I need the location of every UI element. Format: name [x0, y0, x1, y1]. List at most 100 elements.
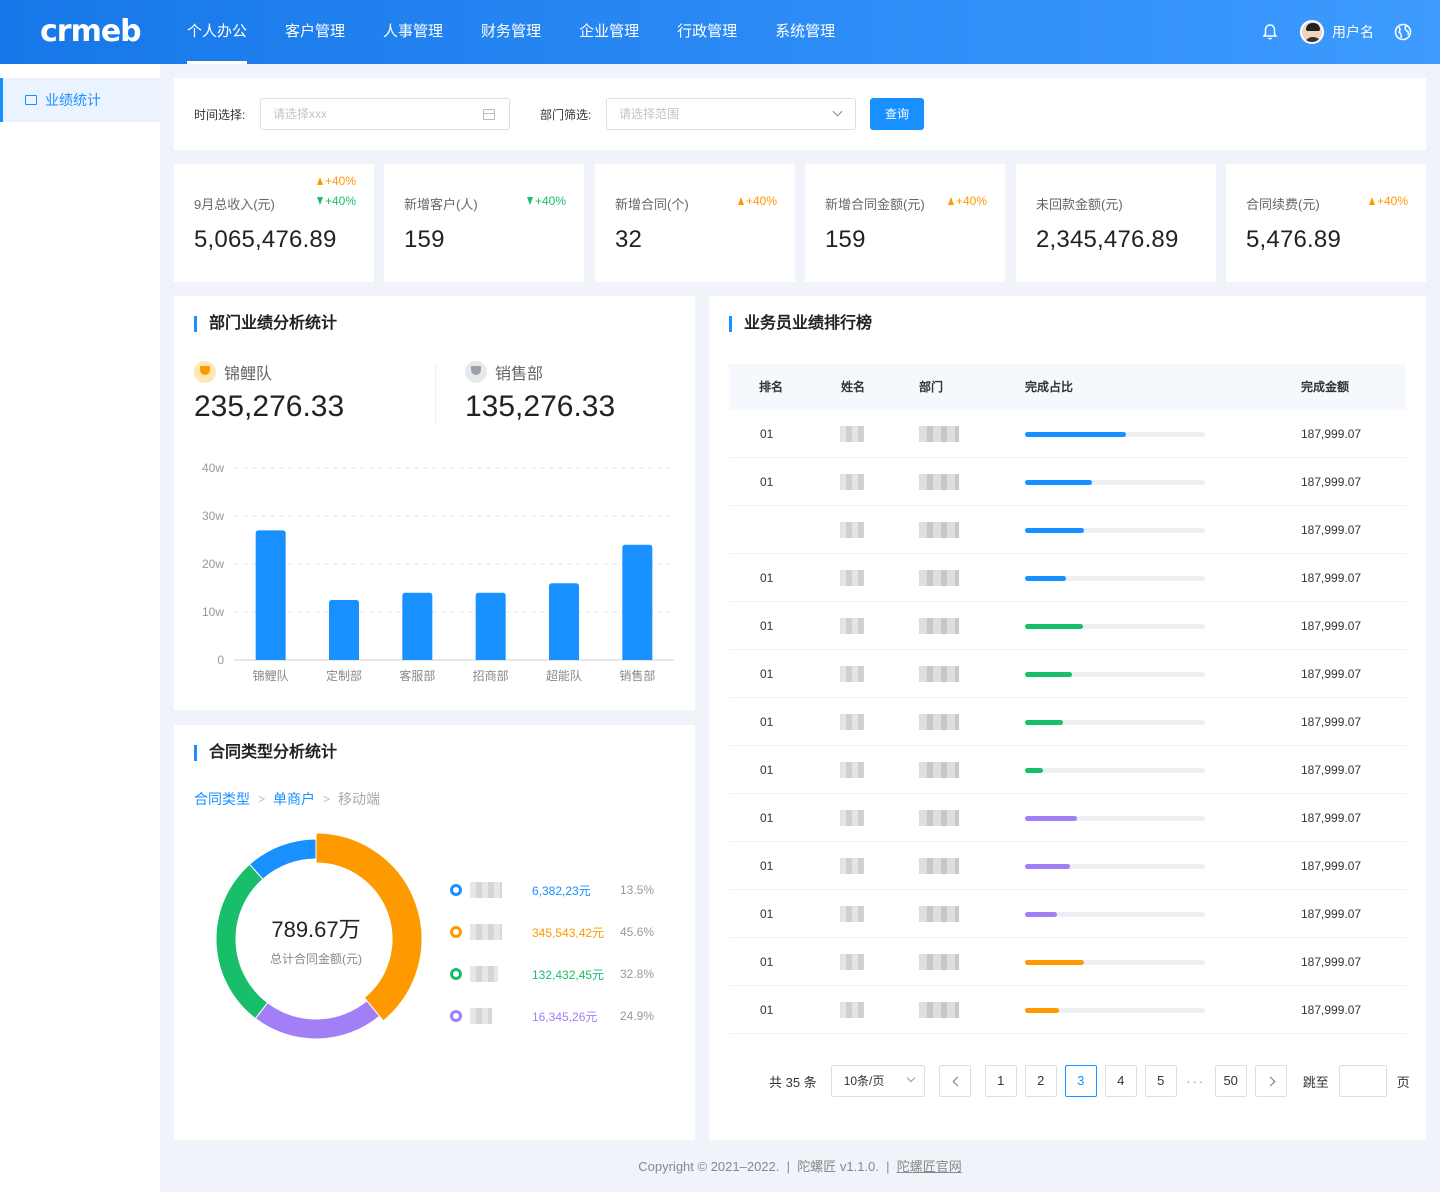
- bar-5[interactable]: [622, 544, 653, 660]
- logo[interactable]: crmeb: [40, 14, 142, 50]
- nav-item-customer[interactable]: 客户管理: [266, 0, 364, 64]
- pagination: 共 35 条 10条/页 12345 ··· 50 跳至 页: [769, 1065, 1410, 1097]
- nav-item-system[interactable]: 系统管理: [756, 0, 854, 64]
- jump-page-input[interactable]: [1338, 1065, 1387, 1097]
- nav-item-personal[interactable]: 个人办公: [168, 0, 266, 64]
- legend-item[interactable]: 345,543,42元 45.6%: [450, 911, 680, 953]
- silver-trophy-icon: [465, 361, 487, 383]
- gold-trophy-icon: [194, 361, 216, 383]
- progress-fill: [1025, 672, 1072, 677]
- table-row[interactable]: 01 187,999.07: [729, 698, 1406, 746]
- table-row[interactable]: 01 187,999.07: [729, 986, 1406, 1034]
- blurred-name: [840, 618, 864, 634]
- blurred-name: [840, 474, 864, 490]
- nav-item-admin[interactable]: 行政管理: [658, 0, 756, 64]
- sales-ranking-card: 业务员业绩排行榜 排名 姓名 部门 完成占比 完成金额 01 187,999.07…: [709, 296, 1426, 1140]
- query-button[interactable]: 查询: [870, 98, 924, 130]
- pagination-ellipsis[interactable]: ···: [1185, 1074, 1207, 1089]
- bell-icon[interactable]: [1260, 22, 1280, 42]
- table-row[interactable]: 01 187,999.07: [729, 458, 1406, 506]
- legend-item[interactable]: 6,382,23元 13.5%: [450, 869, 680, 911]
- stat-card: 合同续费(元) 5,476.89 +40%: [1226, 164, 1426, 282]
- bar-0[interactable]: [255, 530, 286, 660]
- progress-track: [1025, 720, 1205, 725]
- rank-cell: 01: [760, 571, 774, 585]
- blurred-name: [840, 762, 864, 778]
- progress-fill: [1025, 912, 1058, 917]
- table-row[interactable]: 01 187,999.07: [729, 890, 1406, 938]
- page-button-3[interactable]: 3: [1064, 1065, 1097, 1097]
- prev-page-button[interactable]: [938, 1065, 971, 1097]
- progress-track: [1025, 624, 1205, 629]
- sidebar-item-performance[interactable]: 业绩统计: [0, 78, 160, 122]
- stat-label: 新增合同金额(元): [825, 197, 925, 212]
- chevron-right-icon: >: [323, 792, 331, 806]
- donut-total-label: 总计合同金额(元): [270, 951, 362, 966]
- table-header: 排名 姓名 部门 完成占比 完成金额: [729, 364, 1406, 410]
- nav-item-finance[interactable]: 财务管理: [462, 0, 560, 64]
- page-button-last[interactable]: 50: [1214, 1065, 1247, 1097]
- table-row[interactable]: 01 187,999.07: [729, 938, 1406, 986]
- table-row[interactable]: 01 187,999.07: [729, 842, 1406, 890]
- blurred-dept: [919, 762, 959, 778]
- blurred-dept: [919, 474, 959, 490]
- table-row[interactable]: 01 187,999.07: [729, 746, 1406, 794]
- y-tick-label: 10w: [202, 605, 224, 619]
- sidebar: 业绩统计: [0, 64, 160, 1192]
- next-page-button[interactable]: [1254, 1065, 1287, 1097]
- blurred-dept: [919, 810, 959, 826]
- time-picker-input[interactable]: 请选择xxx: [260, 98, 510, 130]
- page-suffix: 页: [1396, 1074, 1410, 1090]
- bar-1[interactable]: [329, 600, 359, 660]
- legend-item[interactable]: 132,432,45元 32.8%: [450, 953, 680, 995]
- table-row[interactable]: 187,999.07: [729, 506, 1406, 554]
- progress-track: [1025, 864, 1205, 869]
- stat-label: 合同续费(元): [1246, 197, 1320, 212]
- page-button-2[interactable]: 2: [1024, 1065, 1057, 1097]
- page-button-1[interactable]: 1: [984, 1065, 1017, 1097]
- page-button-5[interactable]: 5: [1144, 1065, 1177, 1097]
- legend-item[interactable]: 16,345,26元 24.9%: [450, 995, 680, 1037]
- arrow-up-icon: [1368, 197, 1375, 205]
- page-size-select[interactable]: 10条/页: [830, 1065, 925, 1097]
- nav-item-enterprise[interactable]: 企业管理: [560, 0, 658, 64]
- blurred-name: [840, 858, 864, 874]
- bar-3[interactable]: [475, 592, 506, 660]
- y-tick-label: 30w: [202, 509, 224, 523]
- rank-cell: 01: [760, 619, 774, 633]
- table-row[interactable]: 01 187,999.07: [729, 554, 1406, 602]
- avatar[interactable]: [1300, 20, 1324, 44]
- nav-item-hr[interactable]: 人事管理: [364, 0, 462, 64]
- blurred-dept: [919, 906, 959, 922]
- legend-dot: [450, 884, 462, 896]
- amount-cell: 187,999.07: [1301, 811, 1362, 825]
- page-button-4[interactable]: 4: [1104, 1065, 1137, 1097]
- bar-2[interactable]: [402, 592, 433, 660]
- progress-track: [1025, 528, 1205, 533]
- page-size-value: 10条/页: [843, 1074, 885, 1088]
- trend-text: +40%: [324, 194, 356, 208]
- amount-cell: 187,999.07: [1301, 475, 1362, 489]
- crumb-single-merchant[interactable]: 单商户: [273, 789, 315, 809]
- globe-icon[interactable]: [1394, 23, 1412, 41]
- footer: Copyright © 2021–2022. | 陀螺匠 v1.1.0. | 陀…: [160, 1156, 1440, 1175]
- dept-select[interactable]: 请选择范围: [606, 98, 856, 130]
- footer-site-link[interactable]: 陀螺匠官网: [897, 1159, 962, 1174]
- blurred-dept: [919, 618, 959, 634]
- amount-cell: 187,999.07: [1301, 859, 1362, 873]
- bar-4[interactable]: [549, 583, 579, 660]
- col-progress: 完成占比: [1025, 380, 1074, 394]
- team-second: 销售部 135,276.33: [465, 360, 615, 424]
- legend-amount: 6,382,23元: [532, 883, 591, 898]
- table-row[interactable]: 01 187,999.07: [729, 602, 1406, 650]
- table-row[interactable]: 01 187,999.07: [729, 794, 1406, 842]
- username[interactable]: 用户名: [1332, 22, 1374, 42]
- donut-legend: 6,382,23元 13.5% 345,543,42元 45.6% 132,432,45…: [450, 869, 680, 1037]
- table-row[interactable]: 01 187,999.07: [729, 650, 1406, 698]
- table-row[interactable]: 01 187,999.07: [729, 410, 1406, 458]
- progress-track: [1025, 1008, 1205, 1013]
- chevron-down-icon: [906, 1073, 915, 1083]
- crumb-contract-type[interactable]: 合同类型: [194, 789, 250, 809]
- stat-card: 9月总收入(元) 5,065,476.89 +40% +40%: [174, 164, 374, 282]
- amount-cell: 187,999.07: [1301, 523, 1362, 537]
